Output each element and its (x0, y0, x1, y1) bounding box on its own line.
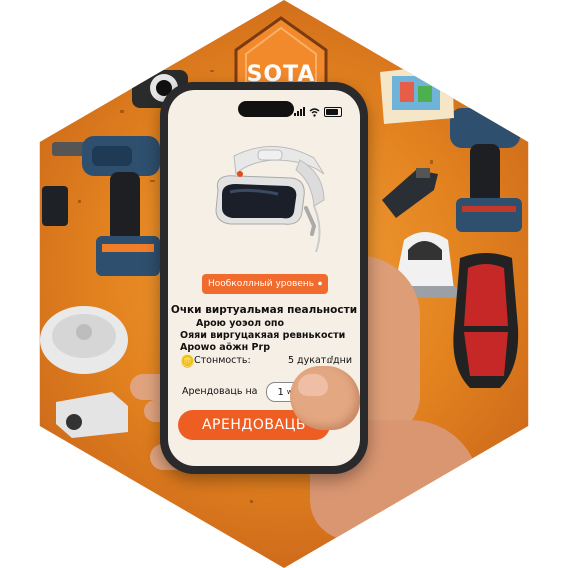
camera-icon: ⏺ (318, 279, 323, 288)
thumb (290, 366, 360, 430)
product-title: Очки виртуальмая пеальности (170, 304, 358, 316)
board-game-box (374, 62, 458, 126)
rent-quantity-value: 1 (277, 386, 284, 398)
cost-value: 5 дукатⅆдни (287, 355, 352, 366)
power-tool (376, 160, 444, 224)
vr-headset-icon (215, 146, 325, 253)
product-desc-line3: Apowo aöжн Prp (180, 342, 270, 353)
product-desc-line2: Ояяи виргуцакяая ревнькости (180, 330, 346, 341)
level-badge-button[interactable]: Нообколлный уровень ⏺ (202, 274, 328, 294)
cost-label: Стонмость: (194, 355, 251, 366)
black-device (40, 184, 70, 228)
dynamic-island (238, 101, 294, 117)
robot-vacuum (40, 296, 132, 378)
rent-duration-label: Арендоваць на (182, 386, 258, 397)
product-image (174, 130, 354, 262)
car-seat (440, 248, 528, 398)
product-desc-line1: Apoю yoэол опо (196, 318, 284, 329)
drill-left (52, 132, 172, 282)
projector (52, 384, 132, 440)
rent-button-label: АРЕНДОВАЦЬ (201, 417, 306, 433)
signal-icon (294, 107, 305, 116)
status-icons (294, 102, 342, 121)
wifi-icon (309, 102, 320, 121)
coin-icon: 🪙 (180, 354, 195, 368)
thumbnail-nail (298, 374, 328, 396)
level-label: Нообколлный уровень (207, 279, 315, 289)
battery-icon (324, 106, 342, 117)
